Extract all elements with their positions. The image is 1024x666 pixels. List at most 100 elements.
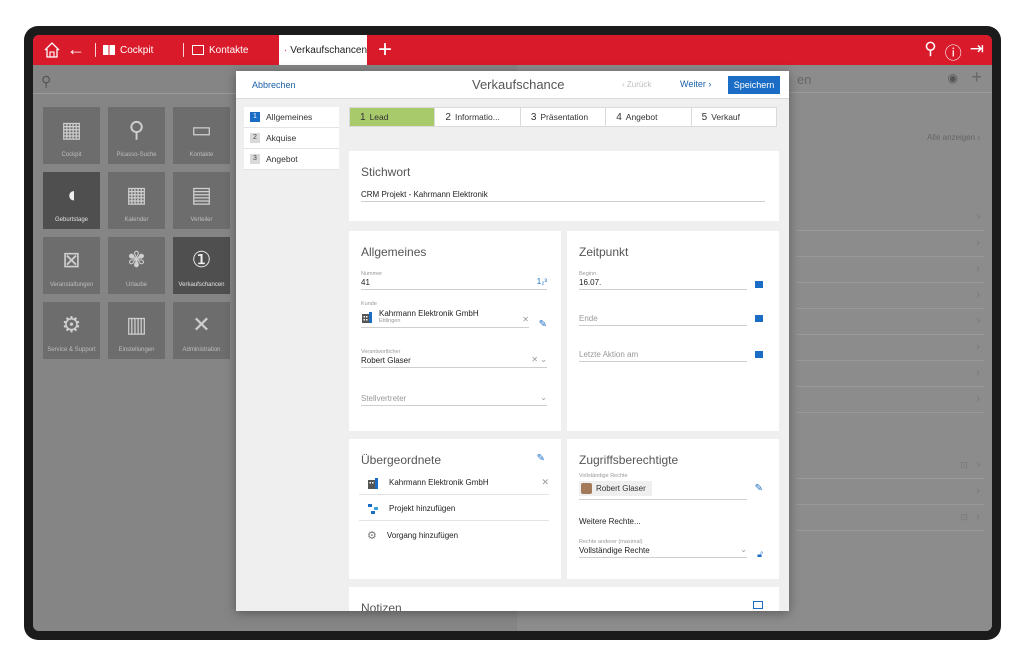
stichwort-field[interactable]: CRM Projekt - Kahrmann Elektronik	[361, 189, 765, 202]
uebergeordnete-card: Übergeordnete ✎ Kahrmann Elektronik GmbH…	[349, 439, 561, 579]
avatar	[581, 483, 592, 494]
list-item[interactable]: ›	[797, 361, 984, 387]
add-project-row[interactable]: Projekt hinzufügen	[359, 497, 549, 521]
home-icon[interactable]	[43, 41, 61, 59]
add-tab-icon[interactable]: +	[378, 36, 392, 64]
others-rights-value: Vollständige Rechte	[579, 546, 650, 555]
tile-kontakte[interactable]: ▭ Kontakte	[173, 107, 230, 164]
list-item[interactable]: › ⊡	[797, 505, 984, 531]
divider	[183, 43, 184, 57]
beginn-field[interactable]: Beginn 16.07.	[579, 271, 747, 290]
section-nav-item-allgemeines[interactable]: 1 Allgemeines	[244, 107, 339, 128]
step-information[interactable]: 2 Informatio...	[435, 108, 521, 126]
tile-kalender[interactable]: ▦ Kalender	[108, 172, 165, 229]
nummer-field[interactable]: Nummer 41 1₂³	[361, 271, 547, 290]
numbering-icon[interactable]: 1₂³	[537, 277, 547, 286]
add-icon[interactable]: +	[971, 67, 982, 88]
edit-pencil-icon[interactable]: ✎	[755, 483, 763, 494]
list-item[interactable]: ›	[797, 335, 984, 361]
tab-verkaufschancen[interactable]: Verkaufschancen	[279, 35, 367, 65]
verantwortlicher-field[interactable]: Verantwortlicher Robert Glaser ✕ ⌄	[361, 349, 547, 368]
edit-pencil-icon[interactable]: ✎	[537, 453, 545, 464]
search-icon[interactable]: ⚲	[924, 39, 936, 64]
search-icon[interactable]: ⚲	[41, 73, 51, 90]
tab-cockpit[interactable]: Cockpit	[103, 41, 153, 59]
step-verkauf[interactable]: 5 Verkauf	[692, 108, 776, 126]
list-item[interactable]: ›	[797, 283, 984, 309]
show-all-link[interactable]: Alle anzeigen ›	[927, 133, 980, 142]
tile-veranstaltungen[interactable]: ⊠ Veranstaltungen	[43, 237, 100, 294]
calendar-icon[interactable]	[755, 281, 763, 288]
balloon-icon: ◖	[64, 182, 79, 207]
back-arrow-icon[interactable]: ←	[67, 39, 85, 60]
lock-icon[interactable]: 🔓︎	[757, 549, 763, 560]
zeitpunkt-card: Zeitpunkt Beginn 16.07. Ende Letzte Akti…	[567, 231, 779, 431]
cancel-button[interactable]: Abbrechen	[252, 80, 296, 90]
tile-einstellungen[interactable]: ▥ Einstellungen	[108, 302, 165, 359]
step-angebot[interactable]: 4 Angebot	[606, 108, 692, 126]
tab-kontakte[interactable]: Kontakte	[192, 41, 248, 59]
top-bar: ← Cockpit Kontakte Verkaufschancen + ⚲ ⓘ…	[33, 35, 992, 65]
calendar-icon[interactable]	[755, 315, 763, 322]
list-item[interactable]: ›	[797, 231, 984, 257]
tile-administration[interactable]: ✕ Administration	[173, 302, 230, 359]
list-item[interactable]: ›	[797, 257, 984, 283]
list-item[interactable]: ›	[797, 205, 984, 231]
tile-label: Picasso-Suche	[116, 152, 157, 158]
allgemeines-card: Allgemeines Nummer 41 1₂³ Kunde Kahrmann…	[349, 231, 561, 431]
search-icon: ⚲	[128, 117, 145, 142]
stellvertreter-field[interactable]: Stellvertreter ⌄	[361, 393, 547, 406]
section-nav-item-akquise[interactable]: 2 Akquise	[244, 128, 339, 149]
person-chip[interactable]: Robert Glaser	[579, 481, 652, 496]
help-icon[interactable]: ⓘ	[945, 39, 962, 64]
chevron-right-icon: ›	[976, 367, 980, 379]
calendar-icon[interactable]	[755, 351, 763, 358]
parent-company-row[interactable]: Kahrmann Elektronik GmbH ✕	[359, 471, 549, 495]
clear-icon[interactable]: ✕	[522, 315, 529, 324]
tile-verkaufschancen[interactable]: ① Verkaufschancen	[173, 237, 230, 294]
zugriff-title: Zugriffsberechtigte	[579, 453, 679, 467]
others-rights-field[interactable]: Rechte anderer (maximal) Vollständige Re…	[579, 539, 747, 558]
tab-cockpit-label: Cockpit	[120, 44, 154, 56]
step-label: Lead	[369, 112, 389, 122]
nummer-value: 41	[361, 278, 370, 287]
add-process-row[interactable]: ⚙ Vorgang hinzufügen	[359, 523, 549, 547]
tab-verkaufschancen-label: Verkaufschancen	[290, 44, 367, 56]
company-icon	[362, 311, 372, 323]
section-label: Angebot	[266, 154, 298, 164]
section-nav-item-angebot[interactable]: 3 Angebot	[244, 149, 339, 170]
list-item[interactable]: ›	[797, 387, 984, 413]
expand-icon[interactable]	[753, 601, 763, 609]
letzte-aktion-field[interactable]: Letzte Aktion am	[579, 349, 747, 362]
step-praesentation[interactable]: 3 Präsentation	[521, 108, 607, 126]
tile-picasso-suche[interactable]: ⚲ Picasso-Suche	[108, 107, 165, 164]
tile-label: Kalender	[124, 217, 149, 223]
tile-label: Service & Support	[47, 347, 96, 353]
chevron-down-icon[interactable]: ⌄	[540, 393, 547, 402]
back-button[interactable]: ‹ Zurück	[622, 80, 651, 89]
more-rights-link[interactable]: Weitere Rechte...	[579, 517, 641, 526]
save-button[interactable]: Speichern	[728, 76, 780, 94]
step-lead[interactable]: 1 Lead	[350, 108, 436, 126]
logout-icon[interactable]: ⇥	[970, 39, 984, 64]
tile-label: Verteiler	[190, 217, 213, 223]
gear-icon: ⚙	[367, 529, 377, 542]
clear-chevron-icon[interactable]: ✕ ⌄	[531, 355, 547, 364]
tile-service-support[interactable]: ⚙ Service & Support	[43, 302, 100, 359]
tile-verteiler[interactable]: ▤ Verteiler	[173, 172, 230, 229]
tile-urlaube[interactable]: ✾ Urlaube	[108, 237, 165, 294]
ende-field[interactable]: Ende	[579, 313, 747, 326]
list-item[interactable]: ›	[797, 309, 984, 335]
remove-icon[interactable]: ✕	[541, 477, 549, 488]
list-item[interactable]: › ⊡	[797, 453, 984, 479]
kunde-field[interactable]: Kunde Kahrmann Elektronik GmbH Ettlingen…	[361, 301, 529, 328]
next-button[interactable]: Weiter ›	[680, 79, 711, 89]
tile-cockpit[interactable]: ▦ Cockpit	[43, 107, 100, 164]
edit-pencil-icon[interactable]: ✎	[539, 319, 547, 330]
list-item[interactable]: ›	[797, 479, 984, 505]
tab-kontakte-label: Kontakte	[209, 44, 249, 56]
chevron-down-icon[interactable]: ⌄	[740, 545, 747, 554]
eye-icon[interactable]: ◉	[948, 71, 958, 85]
tile-label: Veranstaltungen	[49, 282, 94, 288]
tile-geburtstage[interactable]: ◖ Geburtstage	[43, 172, 100, 229]
